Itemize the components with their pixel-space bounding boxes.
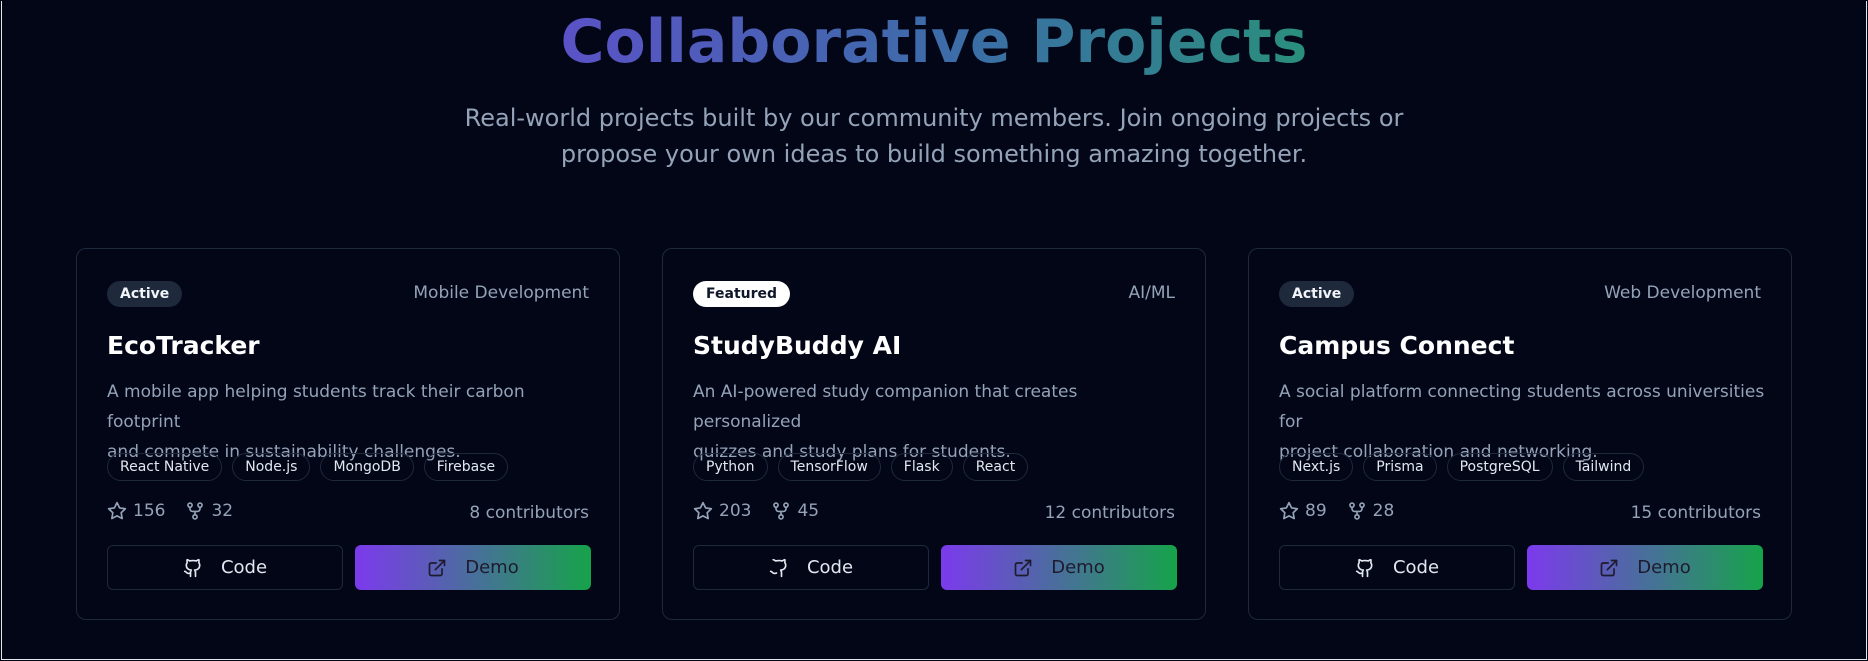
code-button[interactable]: Code	[1279, 545, 1515, 590]
tech-tag: Python	[693, 453, 768, 481]
demo-button-label: Demo	[1051, 557, 1105, 578]
project-category: Web Development	[1604, 283, 1761, 303]
project-card-ecotracker: Active Mobile Development EcoTracker A m…	[76, 248, 620, 620]
fork-icon	[1348, 502, 1365, 520]
stars-count: 156	[133, 501, 166, 521]
project-title: EcoTracker	[107, 331, 260, 360]
tech-tags: React Native Node.js MongoDB Firebase	[107, 453, 509, 481]
forks-stat: 32	[185, 501, 233, 521]
stars-stat: 203	[693, 501, 751, 521]
project-category: Mobile Development	[413, 283, 589, 303]
tech-tag: React	[962, 453, 1029, 481]
page-subtitle: Real-world projects built by our communi…	[434, 100, 1434, 172]
code-button-label: Code	[1392, 557, 1440, 578]
forks-stat: 28	[1347, 501, 1395, 521]
github-icon	[183, 558, 201, 577]
project-stats: 203 45	[693, 501, 819, 521]
tech-tag: Node.js	[232, 453, 311, 481]
tech-tag: TensorFlow	[777, 453, 881, 481]
project-title: StudyBuddy AI	[693, 331, 902, 360]
code-button[interactable]: Code	[107, 545, 343, 590]
stars-count: 203	[719, 501, 752, 521]
code-button[interactable]: Code	[693, 545, 929, 590]
forks-count: 28	[1372, 501, 1395, 521]
status-badge: Active	[107, 281, 183, 307]
external-link-icon	[428, 559, 446, 576]
subtitle-line-2: propose your own ideas to build somethin…	[560, 140, 1308, 168]
external-link-icon	[1014, 559, 1032, 576]
tech-tag: Next.js	[1279, 453, 1354, 481]
github-icon	[769, 558, 787, 577]
demo-button-label: Demo	[1637, 557, 1691, 578]
tech-tag: Firebase	[423, 453, 509, 481]
contributors-count: 15 contributors	[1630, 503, 1761, 523]
tech-tag: Flask	[890, 453, 953, 481]
star-icon	[1279, 501, 1299, 520]
demo-button[interactable]: Demo	[1527, 545, 1763, 590]
project-category: AI/ML	[1128, 283, 1175, 303]
demo-button[interactable]: Demo	[355, 545, 591, 590]
tech-tag: Prisma	[1363, 453, 1437, 481]
project-stats: 89 28	[1279, 501, 1394, 521]
stars-count: 89	[1305, 501, 1327, 521]
tech-tag: MongoDB	[320, 453, 414, 481]
tech-tags: Python TensorFlow Flask React	[693, 453, 1029, 481]
tech-tags: Next.js Prisma PostgreSQL Tailwind	[1279, 453, 1645, 481]
status-badge: Featured	[693, 281, 791, 307]
contributors-count: 8 contributors	[469, 503, 589, 523]
code-button-label: Code	[806, 557, 854, 578]
stars-stat: 156	[107, 501, 165, 521]
description-line-1: A mobile app helping students track thei…	[107, 382, 525, 432]
project-title: Campus Connect	[1279, 331, 1515, 360]
status-badge: Active	[1279, 281, 1355, 307]
forks-count: 32	[211, 501, 234, 521]
fork-icon	[187, 502, 204, 520]
project-card-campus-connect: Active Web Development Campus Connect A …	[1248, 248, 1792, 620]
forks-stat: 45	[771, 501, 819, 521]
forks-count: 45	[797, 501, 820, 521]
tech-tag: Tailwind	[1562, 453, 1645, 481]
project-card-studybuddy: Featured AI/ML StudyBuddy AI An AI-power…	[662, 248, 1206, 620]
demo-button[interactable]: Demo	[941, 545, 1177, 590]
demo-button-label: Demo	[465, 557, 519, 578]
stars-stat: 89	[1279, 501, 1327, 521]
description-line-1: A social platform connecting students ac…	[1279, 382, 1765, 432]
project-stats: 156 32	[107, 501, 233, 521]
github-icon	[1355, 558, 1373, 577]
description-line-1: An AI-powered study companion that creat…	[693, 382, 1078, 432]
tech-tag: PostgreSQL	[1446, 453, 1553, 481]
code-button-label: Code	[220, 557, 268, 578]
star-icon	[693, 501, 713, 520]
tech-tag: React Native	[107, 453, 223, 481]
contributors-count: 12 contributors	[1044, 503, 1175, 523]
fork-icon	[773, 502, 790, 520]
page-title: Collaborative Projects	[560, 7, 1308, 77]
subtitle-line-1: Real-world projects built by our communi…	[464, 104, 1404, 132]
external-link-icon	[1600, 559, 1618, 576]
star-icon	[107, 501, 127, 520]
